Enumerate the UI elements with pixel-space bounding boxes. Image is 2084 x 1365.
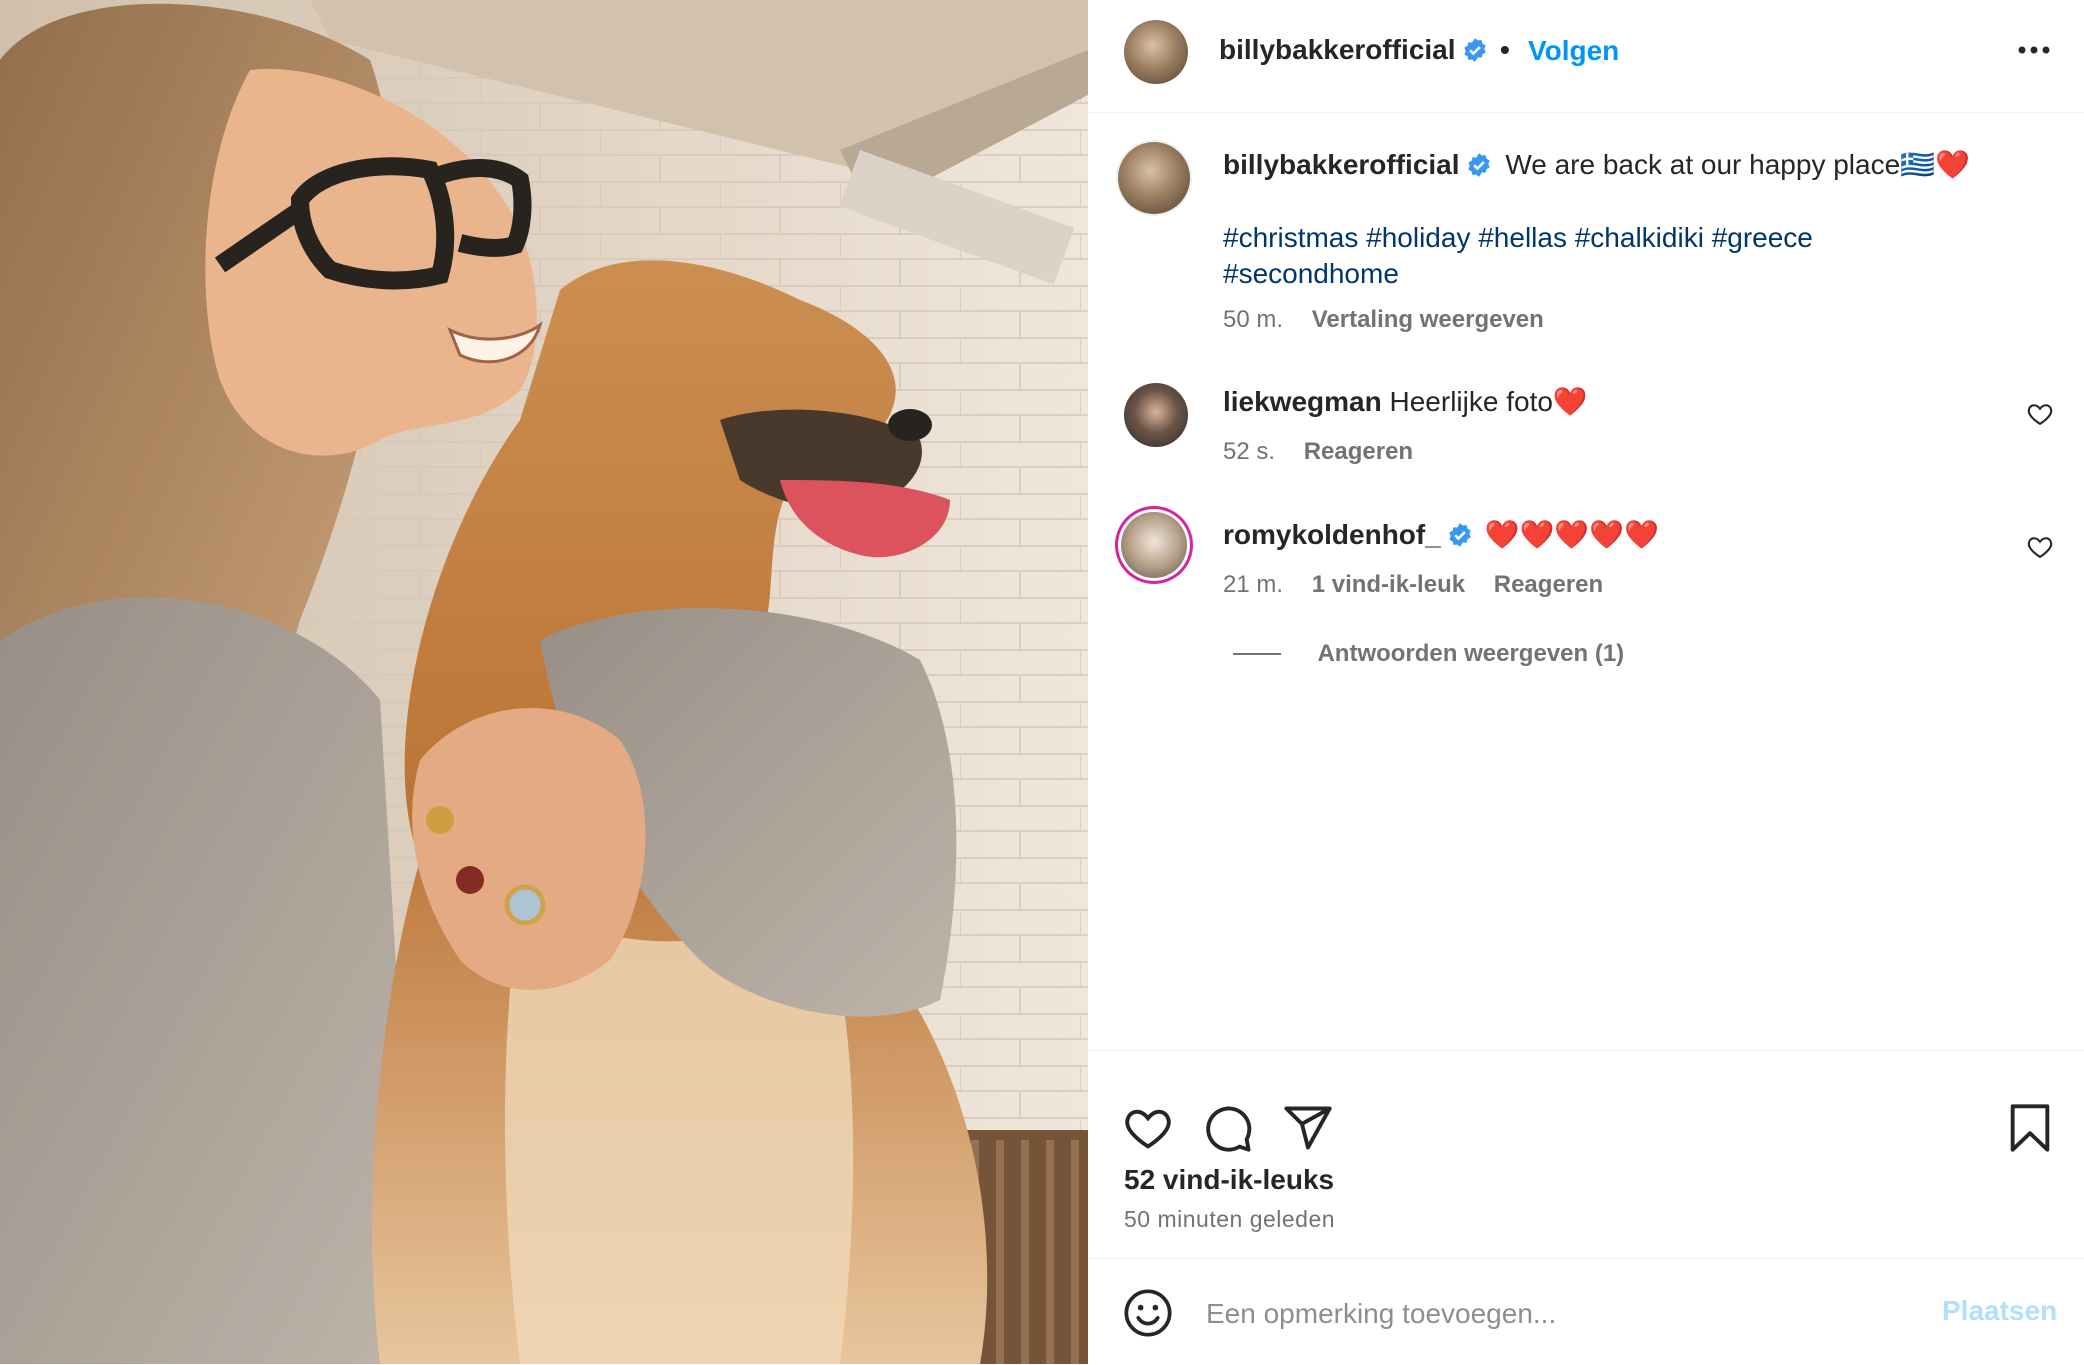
post-actions: 52 vind-ik-leuks 50 minuten geleden: [1088, 1050, 2084, 1250]
post-details-panel: billybakkerofficial • Volgen billybakker…: [1088, 0, 2084, 1364]
save-bookmark-icon[interactable]: [2004, 1102, 2056, 1154]
comment-time[interactable]: 21 m.: [1223, 571, 1283, 598]
post-comment-button[interactable]: Plaatsen: [1942, 1295, 2057, 1327]
comment-like-heart-icon[interactable]: [2026, 533, 2054, 561]
caption-text: We are back at our happy place🇬🇷❤️: [1505, 149, 1970, 180]
comment-text: Heerlijke foto❤️: [1389, 386, 1588, 417]
verified-badge-icon: [1449, 523, 1471, 547]
instagram-post-view: billybakkerofficial • Volgen billybakker…: [0, 0, 2084, 1364]
more-options-icon[interactable]: [2010, 30, 2058, 70]
replies-line-divider: [1233, 653, 1281, 655]
caption-text-line: billybakkerofficial We are back at our h…: [1223, 147, 2063, 183]
post-timestamp[interactable]: 50 minuten geleden: [1124, 1206, 1335, 1233]
translate-link[interactable]: Vertaling weergeven: [1312, 306, 1544, 333]
caption-hashtags[interactable]: #christmas #holiday #hellas #chalkidiki …: [1223, 220, 2063, 292]
like-heart-icon[interactable]: [1122, 1102, 1174, 1154]
comment-text-line: romykoldenhof_ ❤️❤️❤️❤️❤️: [1223, 517, 1983, 553]
author-avatar[interactable]: [1124, 20, 1188, 84]
header-dot-separator: •: [1500, 34, 1510, 65]
hashtags-line-2[interactable]: #secondhome: [1223, 256, 2063, 292]
add-comment-bar: Plaatsen: [1088, 1258, 2084, 1365]
caption-meta: 50 m. Vertaling weergeven: [1223, 306, 1544, 334]
emoji-icon[interactable]: [1122, 1287, 1174, 1339]
follow-button[interactable]: Volgen: [1528, 35, 1619, 67]
caption-time[interactable]: 50 m.: [1223, 306, 1283, 333]
reply-button[interactable]: Reageren: [1494, 571, 1603, 598]
verified-badge-icon: [1467, 153, 1490, 177]
comment-username[interactable]: romykoldenhof_: [1223, 519, 1441, 550]
comment-meta: 52 s. Reageren: [1223, 438, 1413, 466]
post-photo[interactable]: [0, 0, 1088, 1364]
reply-button[interactable]: Reageren: [1304, 438, 1413, 465]
hashtags-line-1[interactable]: #christmas #holiday #hellas #chalkidiki …: [1223, 220, 2063, 256]
post-header: billybakkerofficial • Volgen: [1088, 0, 2084, 113]
comment-time[interactable]: 52 s.: [1223, 438, 1275, 465]
comment-bubble-icon[interactable]: [1202, 1102, 1254, 1154]
caption-username[interactable]: billybakkerofficial: [1223, 149, 1460, 180]
comment-like-heart-icon[interactable]: [2026, 400, 2054, 428]
post-photo-illustration: [0, 0, 1088, 1364]
verified-badge-icon: [1463, 38, 1486, 62]
view-replies-link[interactable]: Antwoorden weergeven (1): [1317, 640, 1624, 667]
author-username[interactable]: billybakkerofficial: [1219, 34, 1488, 66]
commenter-avatar[interactable]: [1124, 383, 1188, 447]
comment-username[interactable]: liekwegman: [1223, 386, 1382, 417]
author-username-text[interactable]: billybakkerofficial: [1219, 34, 1456, 65]
comment-input[interactable]: [1204, 1289, 1908, 1339]
comment-likes-link[interactable]: 1 vind-ik-leuk: [1312, 571, 1465, 598]
commenter-avatar-story-ring[interactable]: [1121, 512, 1187, 578]
view-replies[interactable]: Antwoorden weergeven (1): [1233, 640, 1624, 674]
caption-author-avatar[interactable]: [1118, 142, 1190, 214]
action-divider: [1088, 1050, 2084, 1051]
comment-text-line: liekwegman Heerlijke foto❤️: [1223, 384, 1983, 420]
likes-count[interactable]: 52 vind-ik-leuks: [1124, 1164, 1334, 1196]
share-paper-plane-icon[interactable]: [1282, 1102, 1334, 1154]
comment-meta: 21 m. 1 vind-ik-leuk Reageren: [1223, 571, 1603, 599]
comment-text: ❤️❤️❤️❤️❤️: [1484, 519, 1659, 550]
